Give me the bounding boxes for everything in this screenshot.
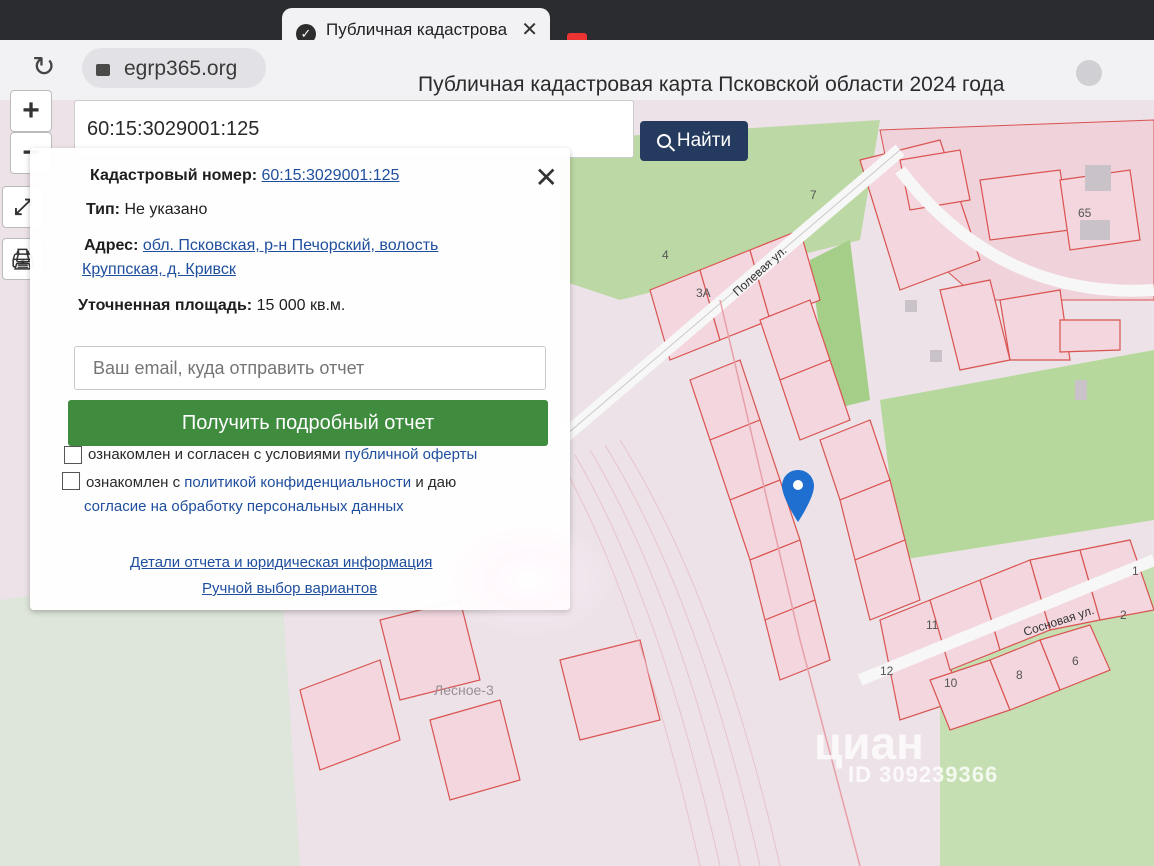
privacy-consent-text: ознакомлен с политикой конфиденциальност… [86, 472, 456, 494]
cadastral-number-label: Кадастровый номер: [90, 167, 258, 184]
get-report-button[interactable]: Получить подробный отчет [68, 400, 548, 446]
area-label: Уточненная площадь: [78, 297, 253, 314]
offer-consent-text: ознакомлен и согласен с условиями публич… [88, 444, 477, 466]
plot-label: 3А [696, 286, 711, 300]
search-button[interactable]: Найти [640, 121, 748, 161]
tab-title: Публичная кадастрова [326, 20, 508, 39]
profile-avatar[interactable] [1076, 60, 1102, 86]
plot-label: 2 [1120, 608, 1127, 622]
lock-icon [96, 64, 110, 76]
type-label: Тип: [86, 201, 120, 218]
search-icon [656, 134, 671, 148]
manual-selection-link[interactable]: Ручной выбор вариантов [202, 580, 377, 597]
page-title: Публичная кадастровая карта Псковской об… [418, 73, 1005, 96]
zoom-in-button[interactable]: + [10, 90, 52, 132]
plot-label: 11 [926, 618, 939, 632]
privacy-consent-label: ознакомлен с [86, 474, 181, 491]
area-value: 15 000 кв.м. [256, 297, 346, 314]
privacy-policy-link[interactable]: политикой конфиденциальности [184, 474, 411, 491]
cadastral-number-link[interactable]: 60:15:3029001:125 [262, 167, 400, 184]
email-field[interactable] [74, 346, 546, 390]
cian-watermark-id: ID 309239366 [848, 762, 999, 787]
plot-label: 6 [1072, 654, 1079, 668]
plot-label: 1 [1132, 564, 1139, 578]
plot-label: 12 [880, 664, 894, 678]
type-row: Тип: Не указано [86, 198, 207, 222]
address-row: Адрес: обл. Псковская, р-н Печорский, во… [84, 234, 438, 258]
close-icon[interactable]: ✕ [535, 164, 558, 192]
url-text: egrp365.org [124, 57, 238, 80]
address-link-line2[interactable]: Круппская, д. Кривск [82, 261, 236, 278]
plot-label: 10 [944, 676, 958, 690]
public-offer-link[interactable]: публичной оферты [345, 446, 478, 463]
location-pin-icon[interactable] [780, 468, 816, 524]
personal-data-consent-line: согласие на обработку персональных данны… [84, 496, 404, 518]
privacy-consent-checkbox[interactable] [62, 472, 80, 490]
tab-close-icon[interactable]: ✕ [521, 17, 538, 42]
cadastral-number-row: Кадастровый номер: 60:15:3029001:125 [90, 164, 399, 188]
plot-label: 7 [810, 188, 817, 202]
offer-consent-checkbox[interactable] [64, 446, 82, 464]
plot-label: 4 [662, 248, 669, 262]
reload-icon[interactable]: ↻ [32, 50, 55, 83]
search-button-label: Найти [676, 130, 732, 151]
screen-glare [440, 520, 620, 640]
offer-consent-label: ознакомлен и согласен с условиями [88, 446, 341, 463]
plot-label: 65 [1078, 206, 1092, 220]
plot-label: 8 [1016, 668, 1023, 682]
village-label: Лесное-3 [434, 682, 494, 698]
address-bar[interactable]: egrp365.org [82, 48, 266, 88]
type-value: Не указано [124, 201, 208, 218]
personal-data-link[interactable]: согласие на обработку персональных данны… [84, 498, 404, 515]
report-details-link[interactable]: Детали отчета и юридическая информация [130, 554, 432, 571]
area-row: Уточненная площадь: 15 000 кв.м. [78, 294, 345, 318]
privacy-consent-label-2: и даю [415, 474, 457, 491]
address-row-line2: Круппская, д. Кривск [82, 258, 236, 282]
address-link-line1[interactable]: обл. Псковская, р-н Печорский, волость [143, 237, 439, 254]
address-label: Адрес: [84, 237, 139, 254]
